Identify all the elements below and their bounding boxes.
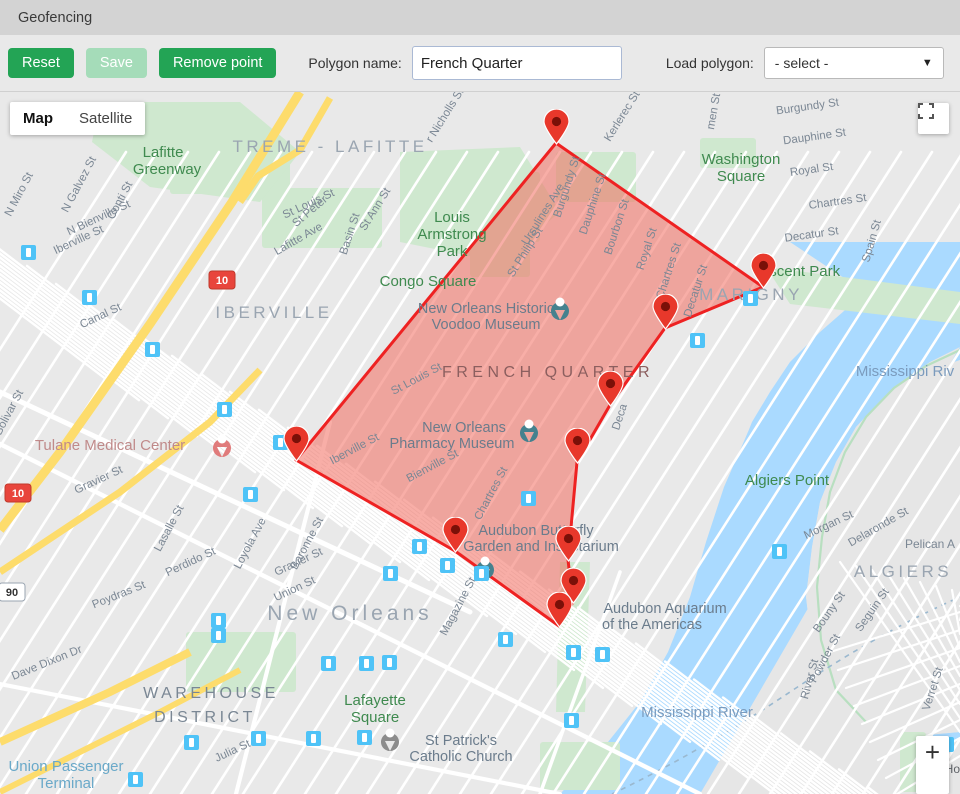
map-pin-icon <box>283 426 310 462</box>
transit-poi-icon[interactable] <box>211 613 226 628</box>
highway-shield: 10 <box>208 270 236 290</box>
map-pin-icon <box>555 526 582 562</box>
svg-text:10: 10 <box>12 488 24 500</box>
toolbar: Reset Save Remove point Polygon name: Lo… <box>0 35 960 92</box>
transit-poi-icon[interactable] <box>383 566 398 581</box>
transit-poi-icon[interactable] <box>359 656 374 671</box>
map-label: Terminal <box>38 775 95 792</box>
transit-poi-icon[interactable] <box>412 539 427 554</box>
map-label: Square <box>351 709 399 726</box>
transit-poi-icon[interactable] <box>566 645 581 660</box>
map-label: Greenway <box>133 161 202 178</box>
chevron-down-icon: ▼ <box>921 57 933 69</box>
map-pin-icon <box>546 592 573 628</box>
load-polygon-selected-value: - select - <box>774 55 829 71</box>
map-label: Congo Square <box>380 273 477 290</box>
transit-poi-icon[interactable] <box>743 291 758 306</box>
map-canvas[interactable]: TREME - LAFITTEIBERVILLEMARIGNYFRENCH QU… <box>0 92 960 794</box>
polygon-name-label: Polygon name: <box>308 55 402 71</box>
map-label: TREME - LAFITTE <box>232 137 427 156</box>
svg-text:90: 90 <box>6 587 18 599</box>
title-bar: Geofencing <box>0 0 960 35</box>
map-label: Pelican A <box>905 537 955 551</box>
transit-poi-icon[interactable] <box>145 342 160 357</box>
save-button[interactable]: Save <box>85 47 147 79</box>
transit-poi-icon[interactable] <box>440 558 455 573</box>
map-label: Algiers Point <box>745 472 830 489</box>
polygon-name-input[interactable] <box>411 46 622 80</box>
transit-poi-icon[interactable] <box>184 735 199 750</box>
fullscreen-icon <box>918 103 934 119</box>
map-label: Lafitte <box>143 144 184 161</box>
map-pin-icon <box>750 253 777 289</box>
transit-poi-icon[interactable] <box>306 731 321 746</box>
page-title: Geofencing <box>18 9 93 26</box>
transit-poi-icon[interactable] <box>211 628 226 643</box>
highway-shield: 10 <box>4 483 32 503</box>
fullscreen-button[interactable] <box>918 103 949 134</box>
map-pin-icon <box>442 517 469 553</box>
transit-poi-icon[interactable] <box>498 632 513 647</box>
map-label: Mississippi River <box>641 704 753 721</box>
reset-button[interactable]: Reset <box>8 47 74 79</box>
map-label: Washington <box>702 151 781 168</box>
transit-poi-icon[interactable] <box>772 544 787 559</box>
map-label: New Orleans <box>422 420 506 436</box>
map-label: Mississippi Riv <box>856 363 955 380</box>
transit-poi-icon[interactable] <box>564 713 579 728</box>
map-label: WAREHOUSE <box>143 685 279 702</box>
remove-point-button[interactable]: Remove point <box>158 47 277 79</box>
transit-poi-icon[interactable] <box>217 402 232 417</box>
map-pin-icon <box>652 294 679 330</box>
transit-poi-icon[interactable] <box>21 245 36 260</box>
map-label: Union Passenger <box>8 758 123 775</box>
transit-poi-icon[interactable] <box>357 730 372 745</box>
map-label: Square <box>717 168 765 185</box>
map-label: New Orleans Historic <box>418 301 554 317</box>
map-label: Armstrong <box>417 226 486 243</box>
highway-shield: 90 <box>0 582 26 602</box>
transit-poi-icon[interactable] <box>521 491 536 506</box>
map-type-map[interactable]: Map <box>10 102 66 135</box>
map-pin-icon <box>543 109 570 145</box>
map-type-satellite[interactable]: Satellite <box>66 102 145 135</box>
map-label: Catholic Church <box>409 749 512 765</box>
map-pin-icon <box>564 428 591 464</box>
map-graphics: TREME - LAFITTEIBERVILLEMARIGNYFRENCH QU… <box>0 92 960 794</box>
transit-poi-icon[interactable] <box>690 333 705 348</box>
load-polygon-label: Load polygon: <box>665 55 754 71</box>
map-label: New Orleans <box>267 602 432 625</box>
transit-poi-icon[interactable] <box>128 772 143 787</box>
transit-poi-icon[interactable] <box>243 487 258 502</box>
geofencing-app: Geofencing Reset Save Remove point Polyg… <box>0 0 960 794</box>
map-label: DISTRICT <box>154 709 256 726</box>
map-label: IBERVILLE <box>215 303 332 322</box>
map-label: St Patrick's <box>425 733 497 749</box>
map-label: Audubon Aquarium <box>603 601 726 617</box>
map-label: Louis <box>434 209 470 226</box>
transit-poi-icon[interactable] <box>474 566 489 581</box>
plus-icon: + <box>924 737 941 767</box>
transit-poi-icon[interactable] <box>82 290 97 305</box>
transit-poi-icon[interactable] <box>595 647 610 662</box>
zoom-in-button[interactable]: + <box>916 736 949 794</box>
transit-poi-icon[interactable] <box>321 656 336 671</box>
svg-text:10: 10 <box>216 275 228 287</box>
map-label: Garden and Insectarium <box>463 539 619 555</box>
map-label: Park <box>437 243 468 260</box>
map-label: of the Americas <box>602 617 702 633</box>
map-label: Lafayette <box>344 692 406 709</box>
map-label: ALGIERS <box>854 562 952 581</box>
map-pin-icon <box>597 371 624 407</box>
transit-poi-icon[interactable] <box>382 655 397 670</box>
transit-poi-icon[interactable] <box>251 731 266 746</box>
map-type-control[interactable]: Map Satellite <box>10 102 146 135</box>
map-label: Tulane Medical Center <box>35 437 185 454</box>
map-label: Voodoo Museum <box>432 317 541 333</box>
load-polygon-select[interactable]: - select - ▼ <box>763 47 944 79</box>
